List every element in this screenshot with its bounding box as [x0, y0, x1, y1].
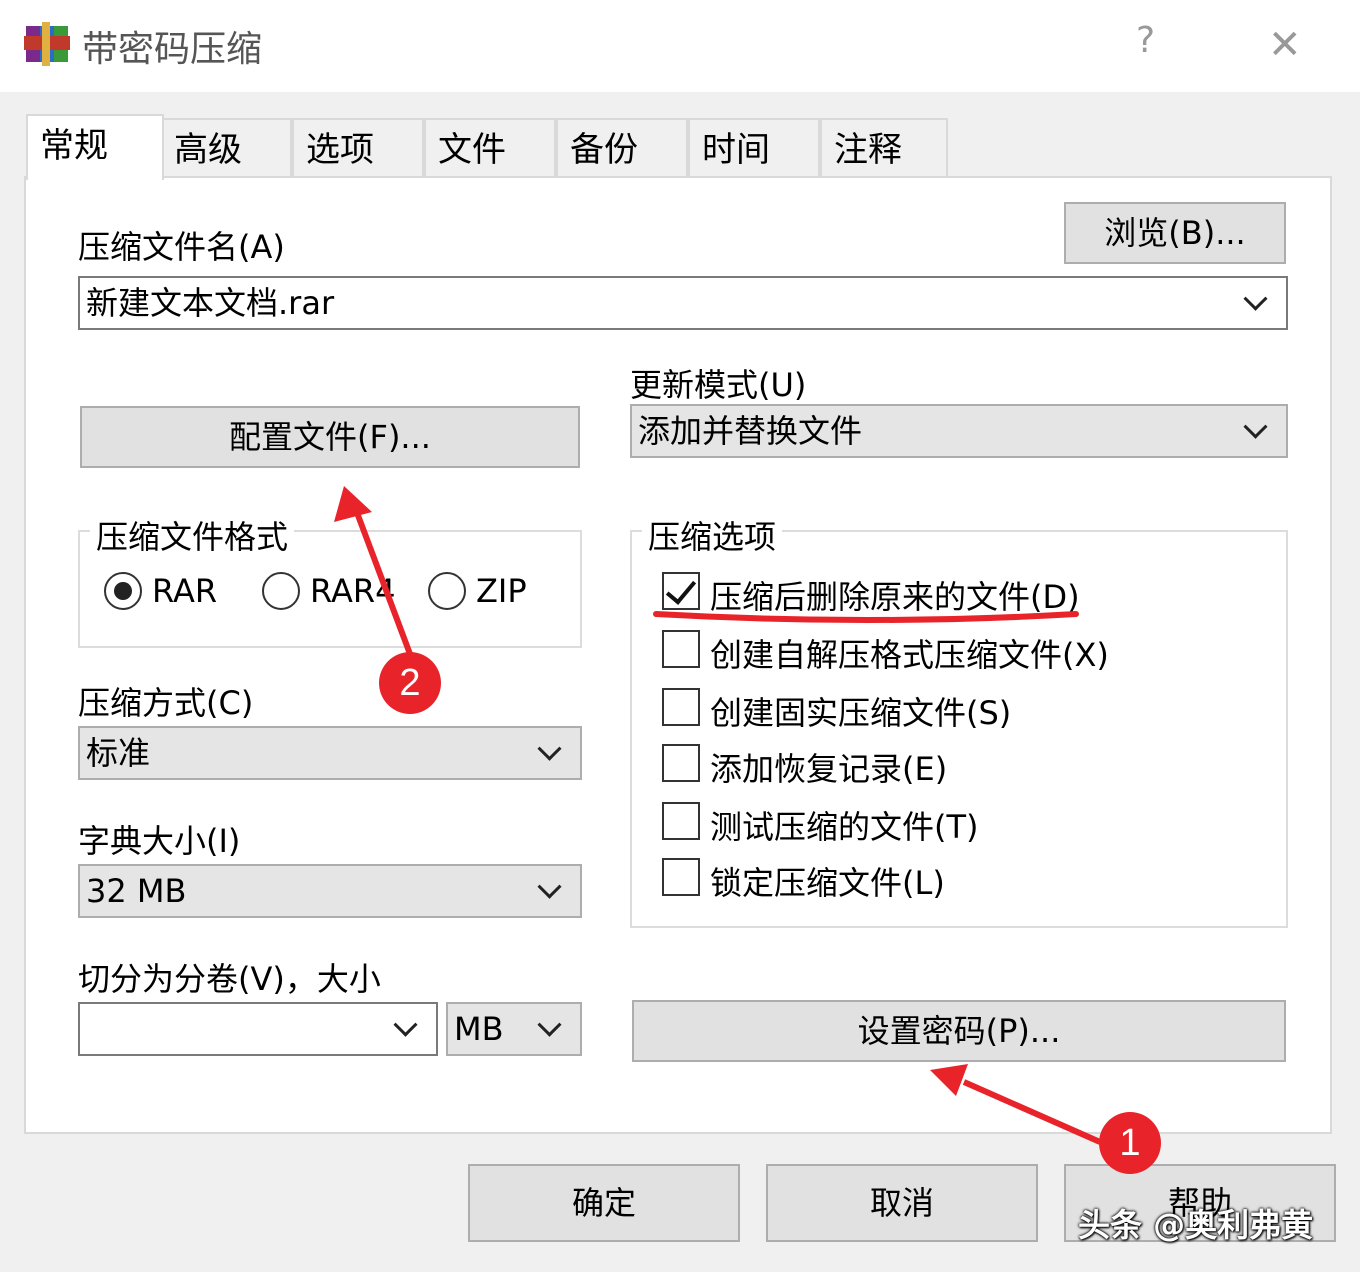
dictionary-size-select[interactable]: 32 MB	[78, 864, 582, 918]
browse-button[interactable]: 浏览(B)...	[1064, 202, 1286, 264]
chevron-down-icon	[1243, 414, 1268, 439]
tab-advanced[interactable]: 高级	[160, 118, 292, 178]
tab-backup[interactable]: 备份	[556, 118, 688, 178]
help-title-button[interactable]: ?	[1136, 20, 1155, 61]
archiving-options-label: 压缩选项	[642, 512, 783, 558]
checkbox-solid-archive-label: 创建固实压缩文件(S)	[710, 694, 1012, 732]
tab-comment[interactable]: 注释	[820, 118, 948, 178]
split-unit-value: MB	[454, 1010, 504, 1048]
checkbox-recovery-record-label: 添加恢复记录(E)	[710, 750, 948, 788]
archive-name-combobox[interactable]: 新建文本文档.rar	[78, 276, 1288, 330]
checkbox-create-sfx[interactable]	[662, 630, 700, 668]
chevron-down-icon	[537, 874, 562, 899]
radio-rar[interactable]	[104, 572, 142, 610]
chevron-down-icon	[1243, 286, 1268, 311]
tab-options[interactable]: 选项	[292, 118, 424, 178]
split-volume-label: 切分为分卷(V)，大小	[78, 960, 381, 998]
profiles-button[interactable]: 配置文件(F)...	[80, 406, 580, 468]
checkbox-lock-archive-label: 锁定压缩文件(L)	[710, 864, 945, 902]
checkmark-icon	[665, 573, 697, 605]
split-unit-select[interactable]: MB	[446, 1002, 582, 1056]
checkbox-delete-after-label: 压缩后删除原来的文件(D)	[710, 578, 1080, 616]
checkbox-lock-archive[interactable]	[662, 858, 700, 896]
set-password-button[interactable]: 设置密码(P)...	[632, 1000, 1286, 1062]
update-mode-value: 添加并替换文件	[638, 412, 863, 450]
watermark: 头条 @奥利弗黄	[1078, 1206, 1314, 1244]
split-size-combobox[interactable]	[78, 1002, 438, 1056]
chevron-down-icon	[393, 1012, 418, 1037]
radio-rar4[interactable]	[262, 572, 300, 610]
close-button[interactable]: ✕	[1268, 22, 1302, 68]
update-mode-select[interactable]: 添加并替换文件	[630, 404, 1288, 458]
window-title: 带密码压缩	[82, 29, 263, 70]
checkbox-delete-after[interactable]	[662, 572, 700, 610]
chevron-down-icon	[537, 736, 562, 761]
dictionary-size-label: 字典大小(I)	[78, 822, 241, 860]
tab-general[interactable]: 常规	[26, 114, 164, 180]
method-label: 压缩方式(C)	[78, 684, 254, 722]
archive-name-value: 新建文本文档.rar	[86, 284, 335, 322]
archive-name-label: 压缩文件名(A)	[78, 228, 285, 266]
cancel-button[interactable]: 取消	[766, 1164, 1038, 1242]
radio-selected-dot	[114, 582, 132, 600]
checkbox-test-files-label: 测试压缩的文件(T)	[710, 808, 979, 846]
checkbox-test-files[interactable]	[662, 802, 700, 840]
annotation-badge-2: 2	[379, 652, 441, 714]
chevron-down-icon	[537, 1012, 562, 1037]
method-select[interactable]: 标准	[78, 726, 582, 780]
radio-rar-label: RAR	[152, 572, 218, 610]
checkbox-solid-archive[interactable]	[662, 688, 700, 726]
checkbox-recovery-record[interactable]	[662, 744, 700, 782]
winrar-app-icon	[24, 22, 70, 66]
archive-format-label: 压缩文件格式	[90, 512, 295, 558]
ok-button[interactable]: 确定	[468, 1164, 740, 1242]
radio-zip[interactable]	[428, 572, 466, 610]
dictionary-size-value: 32 MB	[86, 872, 187, 910]
checkbox-create-sfx-label: 创建自解压格式压缩文件(X)	[710, 636, 1109, 674]
tab-time[interactable]: 时间	[688, 118, 820, 178]
radio-zip-label: ZIP	[476, 572, 527, 610]
tab-files[interactable]: 文件	[424, 118, 556, 178]
update-mode-label: 更新模式(U)	[630, 366, 807, 404]
annotation-badge-1: 1	[1099, 1112, 1161, 1174]
method-value: 标准	[86, 734, 151, 772]
radio-rar4-label: RAR4	[310, 572, 396, 610]
